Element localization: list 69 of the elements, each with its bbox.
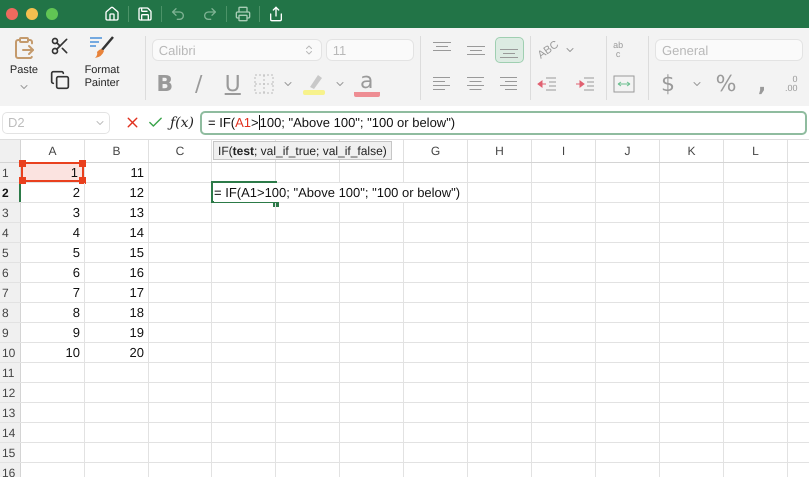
table-cell-text: 18 — [128, 304, 145, 322]
paste-button[interactable]: Paste — [10, 64, 38, 77]
row-header[interactable]: 5 — [0, 243, 21, 262]
row-header[interactable]: 13 — [0, 403, 21, 422]
align-bottom-button[interactable] — [494, 37, 524, 63]
highlighter-icon[interactable] — [302, 73, 326, 95]
row-header[interactable]: 16 — [0, 463, 21, 477]
table-cell-text: 16 — [128, 264, 145, 282]
row-header[interactable]: 1 — [0, 163, 21, 182]
paste-icon[interactable] — [12, 36, 36, 60]
table-cell-text: 7 — [72, 284, 81, 302]
minimize-button[interactable] — [26, 8, 38, 20]
row-header[interactable]: 14 — [0, 423, 21, 442]
table-cell-text: 3 — [72, 204, 81, 222]
table-cell-text: 8 — [72, 304, 81, 322]
align-bottom-icon — [500, 49, 518, 58]
paintbrush-icon[interactable] — [89, 36, 115, 60]
column-header[interactable]: C — [149, 140, 212, 162]
decrease-indent-icon[interactable] — [537, 76, 558, 92]
table-cell-text: 10 — [64, 344, 81, 362]
column-header[interactable]: J — [596, 140, 660, 162]
borders-icon[interactable] — [254, 74, 274, 94]
function-tooltip: IF(test; val_if_true; val_if_false) — [213, 141, 392, 160]
table-cell-text: 9 — [72, 324, 81, 342]
formula-field[interactable]: = IF(A1>100; "Above 100"; "100 or below") — [200, 110, 807, 134]
row-header[interactable]: 8 — [0, 303, 21, 322]
format-painter-button[interactable]: Format Painter — [78, 64, 126, 90]
table-cell-text: 2 — [72, 184, 81, 202]
row-header[interactable]: 9 — [0, 323, 21, 342]
row-header[interactable]: 7 — [0, 283, 21, 302]
increase-indent-icon[interactable] — [575, 76, 596, 92]
table-cell-text: 12 — [128, 184, 145, 202]
table-cell-text: 17 — [128, 284, 145, 302]
row-header[interactable]: 3 — [0, 203, 21, 222]
align-left-icon — [433, 76, 452, 92]
table-cell-text: 4 — [72, 224, 81, 242]
column-header[interactable]: G — [404, 140, 468, 162]
table-cell-text: 19 — [128, 324, 145, 342]
column-header[interactable]: L — [724, 140, 788, 162]
table-cell-text: 14 — [128, 224, 145, 242]
column-header[interactable]: K — [660, 140, 724, 162]
table-cell-text: 13 — [128, 204, 145, 222]
merge-icon[interactable] — [613, 75, 636, 93]
align-right-icon — [500, 76, 518, 92]
row-header[interactable]: 12 — [0, 383, 21, 402]
cut-icon[interactable] — [50, 36, 70, 56]
table-cell-text: 11 — [130, 164, 145, 182]
row-header[interactable]: 15 — [0, 443, 21, 462]
table-cell-text: 6 — [72, 264, 81, 282]
row-header[interactable]: 6 — [0, 263, 21, 282]
align-top-icon — [433, 42, 452, 51]
table-cell-text: 5 — [72, 244, 81, 262]
row-header[interactable]: 11 — [0, 363, 21, 382]
align-middle-icon — [466, 46, 485, 54]
select-all-button[interactable] — [0, 140, 21, 162]
align-center-icon — [466, 76, 485, 92]
insert-function-button[interactable]: ƒ(x) — [170, 114, 194, 130]
table-cell-text: 20 — [128, 344, 145, 362]
column-header[interactable]: I — [532, 140, 596, 162]
column-header[interactable]: H — [468, 140, 532, 162]
table-cell-text: 15 — [128, 244, 145, 262]
cell-text: = IF(A1>100; "Above 100"; "100 or below") — [214, 183, 460, 202]
copy-icon[interactable] — [50, 70, 70, 90]
row-header[interactable]: 4 — [0, 223, 21, 242]
row-header[interactable]: 2 — [0, 183, 21, 202]
close-button[interactable] — [6, 8, 18, 20]
row-header[interactable]: 10 — [0, 343, 21, 362]
table-cell: 1 — [21, 162, 84, 182]
zoom-button[interactable] — [46, 8, 58, 20]
